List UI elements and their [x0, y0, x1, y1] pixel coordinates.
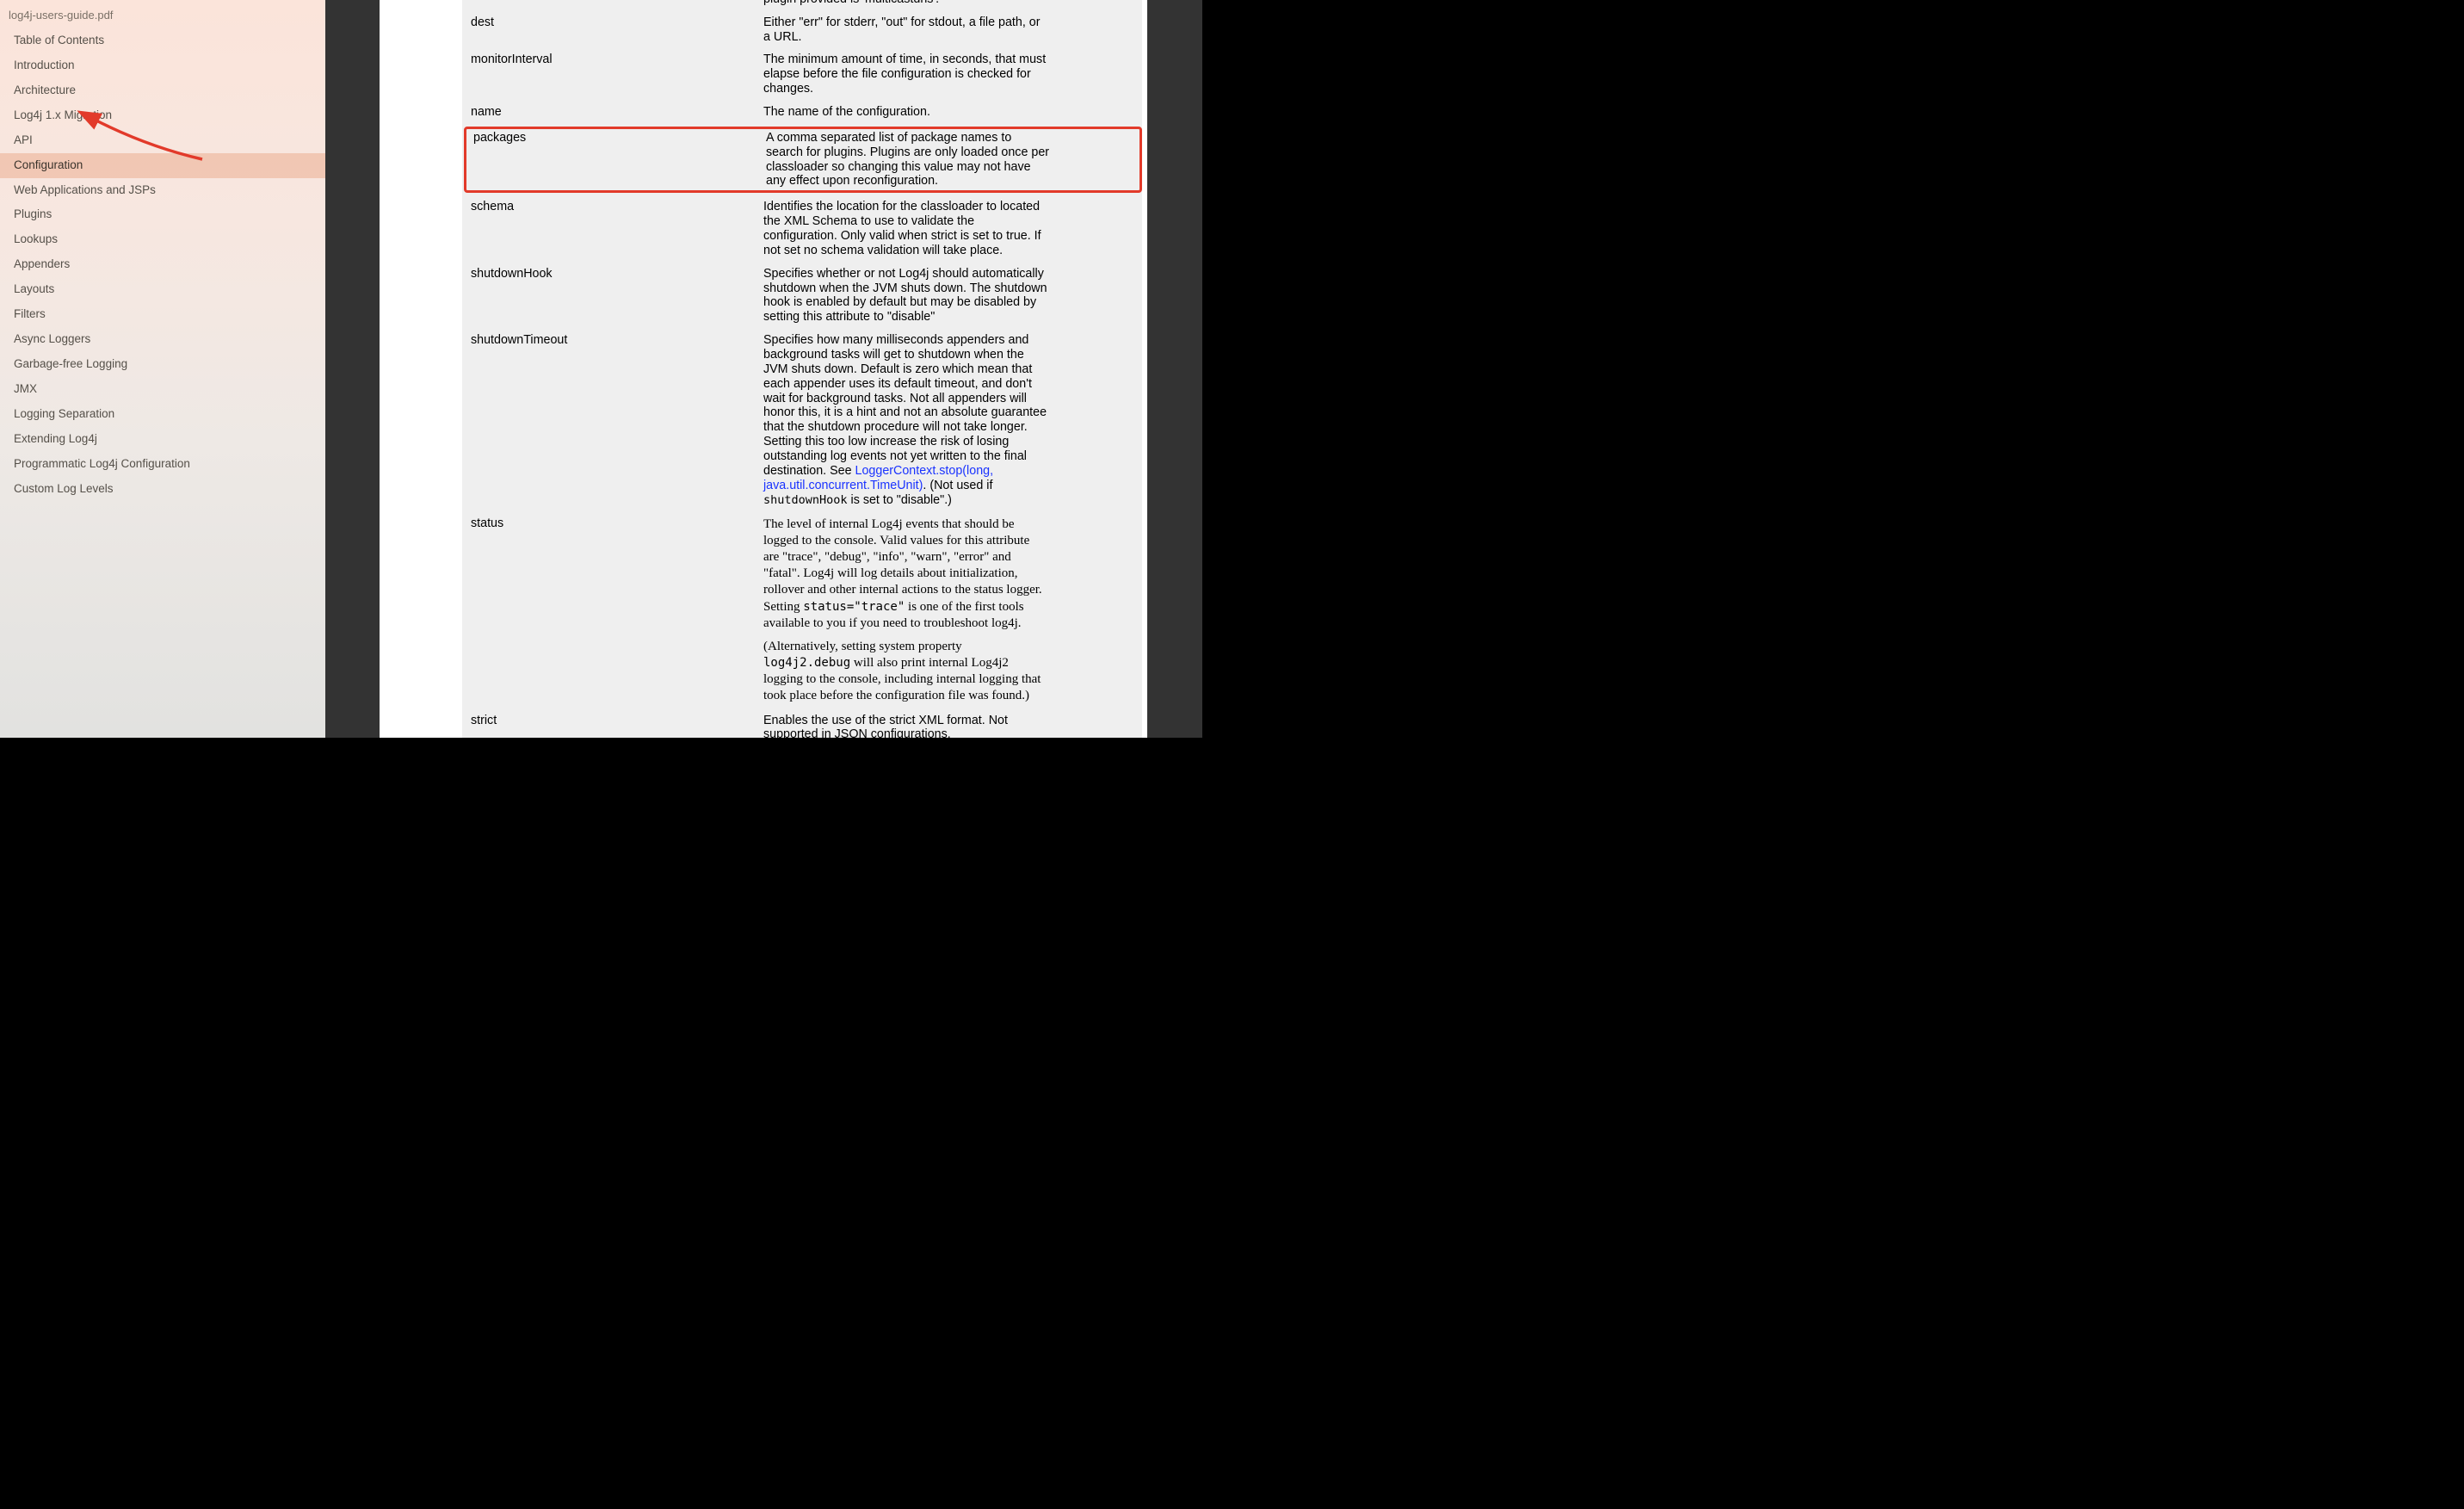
attr-description: (Alternatively, setting system property … [763, 639, 1047, 705]
attr-description: Specifies whether or not Log4j should au… [763, 267, 1047, 325]
pdf-page: SocketAppender configurations. The only … [380, 0, 1147, 738]
toc-item[interactable]: Programmatic Log4j Configuration [0, 452, 325, 477]
attr-name: schema [471, 200, 763, 257]
attr-name: status [471, 516, 763, 705]
attr-name: strict [471, 714, 763, 738]
attr-name: shutdownTimeout [471, 333, 763, 507]
toc-item[interactable]: Table of Contents [0, 28, 325, 53]
toc-item[interactable]: Garbage-free Logging [0, 352, 325, 377]
attr-description: Enables the use of the strict XML format… [763, 714, 1047, 738]
toc-list: Table of ContentsIntroductionArchitectur… [0, 28, 325, 502]
toc-item[interactable]: Appenders [0, 252, 325, 277]
attr-description: Either "err" for stderr, "out" for stdou… [763, 15, 1047, 45]
table-row: schemaIdentifies the location for the cl… [471, 198, 1139, 259]
table-row: statusThe level of internal Log4j events… [471, 515, 1139, 707]
attr-name: packages [468, 131, 766, 189]
toc-item[interactable]: Filters [0, 302, 325, 327]
table-row: destEither "err" for stderr, "out" for s… [471, 14, 1139, 46]
table-row: shutdownHookSpecifies whether or not Log… [471, 265, 1139, 326]
attr-name: shutdownHook [471, 267, 763, 325]
table-row: strictEnables the use of the strict XML … [471, 712, 1139, 738]
toc-item[interactable]: JMX [0, 377, 325, 402]
viewer-gutter-right [1147, 0, 1202, 738]
attr-name [471, 0, 763, 7]
toc-item[interactable]: Log4j 1.x Migration [0, 103, 325, 128]
table-row: nameThe name of the configuration. [471, 103, 1139, 121]
code-literal: log4j2.debug [763, 656, 850, 670]
attr-name: monitorInterval [471, 53, 763, 96]
viewer-gutter-left [325, 0, 380, 738]
toc-item[interactable]: Async Loggers [0, 327, 325, 352]
table-row: shutdownTimeoutSpecifies how many millis… [471, 331, 1139, 509]
attr-description: The minimum amount of time, in seconds, … [763, 53, 1047, 96]
attr-description: A comma separated list of package names … [766, 131, 1050, 189]
page-viewer[interactable]: SocketAppender configurations. The only … [380, 0, 1202, 738]
code-literal: shutdownHook [763, 493, 848, 507]
toc-item[interactable]: Logging Separation [0, 402, 325, 427]
table-row: SocketAppender configurations. The only … [471, 0, 1139, 9]
toc-item[interactable]: Introduction [0, 53, 325, 78]
sidebar-outline: log4j-users-guide.pdf Table of ContentsI… [0, 0, 325, 738]
attr-name: name [471, 105, 763, 120]
table-row: packagesA comma separated list of packag… [464, 127, 1142, 193]
toc-item[interactable]: Web Applications and JSPs [0, 178, 325, 203]
document-title: log4j-users-guide.pdf [0, 5, 325, 28]
toc-item[interactable]: Plugins [0, 202, 325, 227]
code-literal: status="trace" [803, 600, 905, 614]
table-row: monitorIntervalThe minimum amount of tim… [471, 51, 1139, 98]
toc-item[interactable]: Architecture [0, 78, 325, 103]
toc-item[interactable]: Lookups [0, 227, 325, 252]
attr-description: Specifies how many milliseconds appender… [763, 333, 1047, 507]
attr-name: dest [471, 15, 763, 45]
attributes-table: SocketAppender configurations. The only … [471, 0, 1139, 738]
attr-description: The level of internal Log4j events that … [763, 516, 1047, 632]
toc-item[interactable]: Extending Log4j [0, 427, 325, 452]
toc-item[interactable]: Custom Log Levels [0, 477, 325, 502]
toc-item[interactable]: Configuration [0, 153, 325, 178]
attr-description: Identifies the location for the classloa… [763, 200, 1047, 257]
toc-item[interactable]: Layouts [0, 277, 325, 302]
attr-description: The name of the configuration. [763, 105, 1047, 120]
doc-link[interactable]: LoggerContext.stop(long, java.util.concu… [763, 464, 993, 492]
attr-description: SocketAppender configurations. The only … [763, 0, 1047, 7]
toc-item[interactable]: API [0, 128, 325, 153]
